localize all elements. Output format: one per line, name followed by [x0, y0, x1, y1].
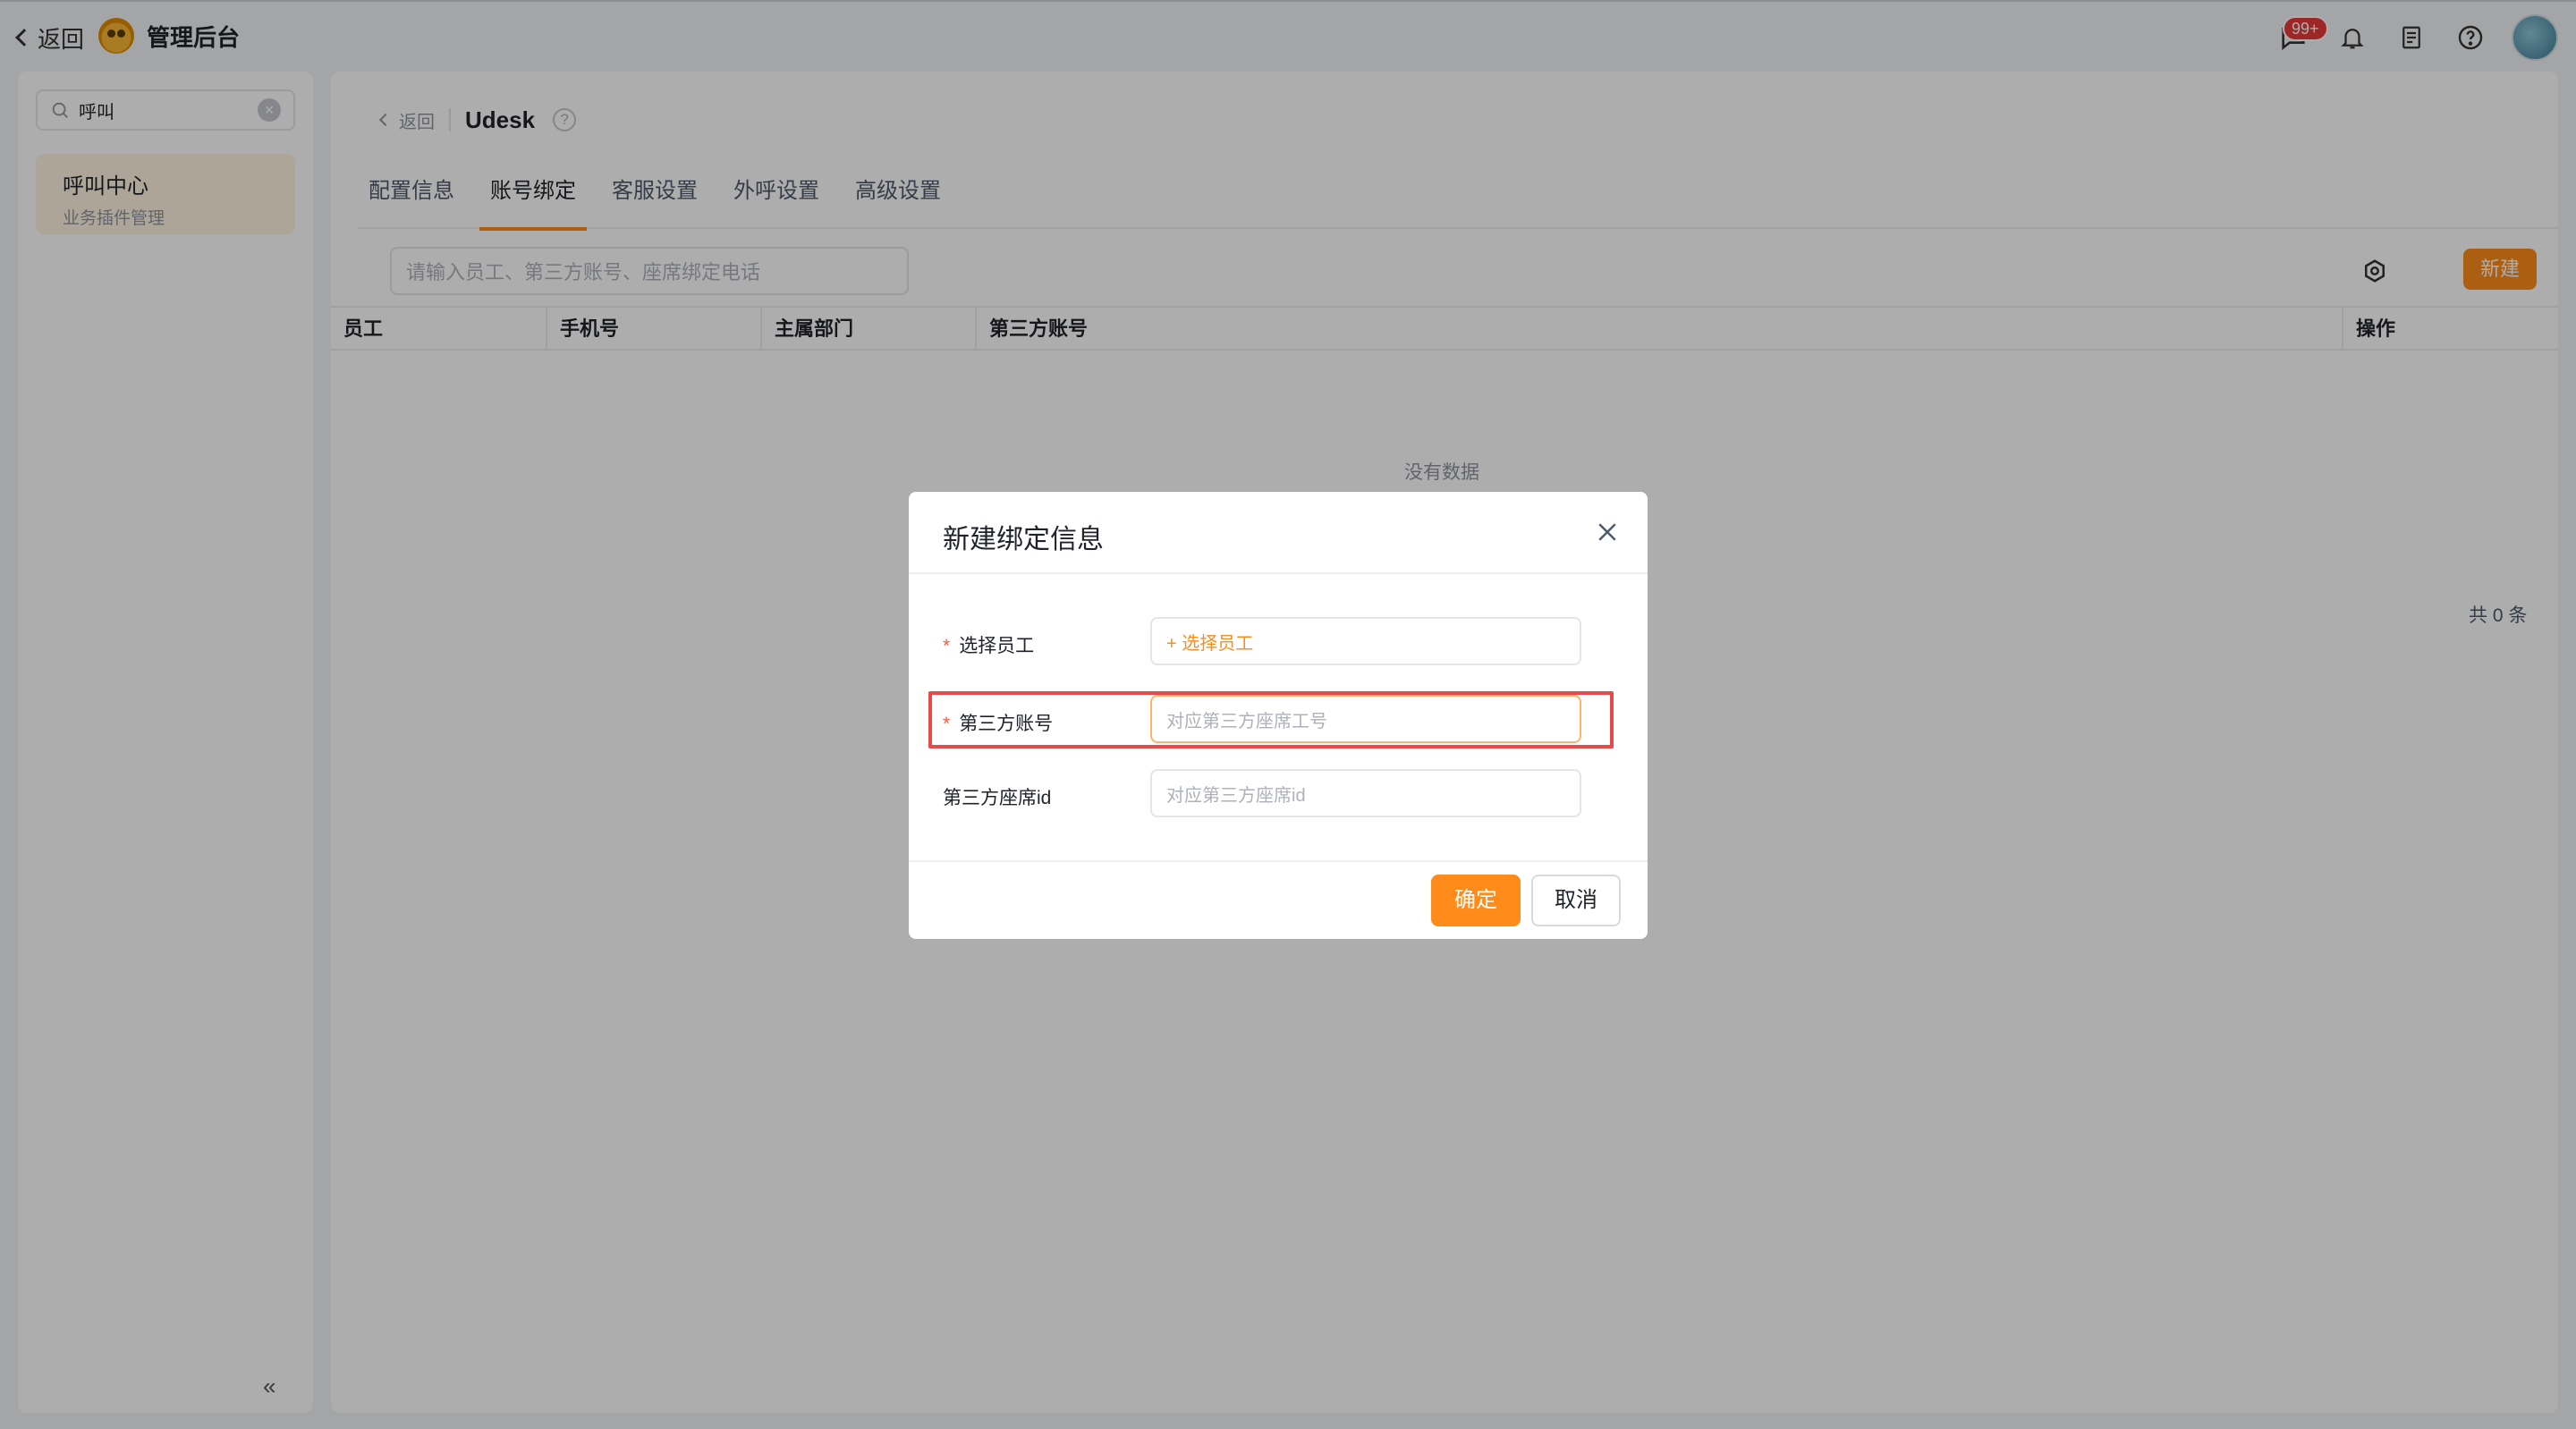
- select-employee-value: + 选择员工: [1166, 633, 1254, 654]
- form-row-third-party-account: * 第三方账号 对应第三方座席工号: [943, 695, 1614, 745]
- dialog-header: 新建绑定信息: [909, 492, 1648, 574]
- third-party-account-input[interactable]: 对应第三方座席工号: [1150, 695, 1581, 743]
- required-mark: *: [943, 714, 951, 734]
- close-icon[interactable]: [1594, 519, 1621, 545]
- field-label: * 选择员工: [943, 631, 1034, 658]
- field-label-text: 选择员工: [959, 636, 1035, 656]
- confirm-button[interactable]: 确定: [1431, 875, 1521, 926]
- dialog-title: 新建绑定信息: [943, 525, 1104, 554]
- dialog-footer: 确定 取消: [909, 860, 1648, 939]
- new-binding-dialog: 新建绑定信息 * 选择员工 + 选择员工 * 第三方账号 对应第三方座席工号 第三方…: [909, 492, 1648, 939]
- form-row-employee: * 选择员工 + 选择员工: [943, 617, 1614, 667]
- select-employee-field[interactable]: + 选择员工: [1150, 617, 1581, 665]
- required-mark: *: [943, 636, 951, 656]
- third-party-seat-id-placeholder: 对应第三方座席id: [1166, 785, 1306, 806]
- cancel-button[interactable]: 取消: [1531, 875, 1621, 926]
- field-label: 第三方座席id: [943, 788, 1052, 808]
- form-row-third-party-seat-id: 第三方座席id 对应第三方座席id: [943, 769, 1614, 819]
- field-label-text: 第三方账号: [959, 714, 1054, 734]
- third-party-account-placeholder: 对应第三方座席工号: [1166, 711, 1327, 731]
- third-party-seat-id-input[interactable]: 对应第三方座席id: [1150, 769, 1581, 817]
- field-label: * 第三方账号: [943, 709, 1053, 736]
